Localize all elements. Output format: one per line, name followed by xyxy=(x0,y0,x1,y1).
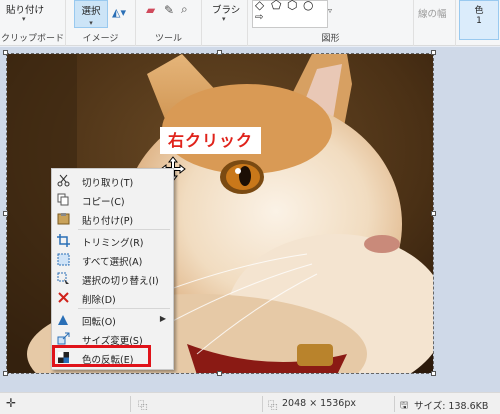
resize-handle-top[interactable] xyxy=(217,50,222,55)
cursor-position-icon: ✛ xyxy=(6,396,17,410)
invert-selection-icon xyxy=(57,272,69,284)
menu-item-crop-label: トリミング(R) xyxy=(82,238,144,249)
eraser-icon[interactable]: ▰ xyxy=(146,3,155,17)
image-dimensions-icon: ⿻ xyxy=(268,401,278,412)
tools-group-label: ツール xyxy=(154,34,182,44)
menu-item-copy-label: コピー(C) xyxy=(82,197,125,208)
menu-item-invert-selection[interactable]: 選択の切り替え(I) xyxy=(52,269,173,288)
menu-item-rotate[interactable]: 回転(O) ▶ xyxy=(52,310,173,329)
rotate-icon xyxy=(58,315,68,325)
shapes-group-label: 図形 xyxy=(321,34,340,44)
select-button-label: 選択 xyxy=(81,6,101,17)
menu-item-delete[interactable]: 削除(D) xyxy=(52,288,173,307)
color1-label: 色 xyxy=(474,6,484,16)
file-size-icon: 🖫 xyxy=(400,400,409,411)
menu-separator xyxy=(78,229,170,230)
select-dropdown-icon: ▾ xyxy=(89,19,93,27)
right-click-callout: 右クリック xyxy=(160,127,261,154)
resize-icon xyxy=(57,332,70,345)
menu-item-select-all-label: すべて選択(A) xyxy=(82,257,143,268)
copy-icon xyxy=(57,193,69,206)
delete-icon xyxy=(58,292,69,303)
outline-width-label: 線の幅 xyxy=(418,9,447,20)
shapes-more-icon[interactable]: ▿ xyxy=(328,6,332,15)
status-separator xyxy=(394,396,395,412)
selection-size-icon: ⿻ xyxy=(138,401,148,412)
select-all-icon xyxy=(57,253,70,266)
menu-item-cut-label: 切り取り(T) xyxy=(82,178,134,189)
outline-group: 線の幅 xyxy=(414,0,456,46)
select-button[interactable]: 選択 ▾ xyxy=(74,0,108,28)
pentagon-shape-icon[interactable]: ⬠ xyxy=(271,0,281,12)
resize-handle-bottom-left[interactable] xyxy=(3,371,8,376)
shapes-group: ◇ ⬠ ⬡ ○ ⇨ ▿ 図形 xyxy=(248,0,414,46)
highlight-box xyxy=(52,345,151,367)
color1-button[interactable]: 色 1 xyxy=(459,0,499,40)
color-picker-icon[interactable]: ✎ xyxy=(164,3,174,17)
context-menu: 切り取り(T) コピー(C) 貼り付け(P) トリミング(R) すべて選択(A)… xyxy=(51,168,174,370)
menu-item-select-all[interactable]: すべて選択(A) xyxy=(52,250,173,269)
image-group-label: イメージ xyxy=(82,34,119,44)
resize-handle-top-right[interactable] xyxy=(431,50,436,55)
tools-group: ▰ ✎ ⌕ ツール xyxy=(136,0,202,46)
brush-dropdown-icon[interactable]: ▾ xyxy=(222,15,226,23)
file-size: サイズ: 138.6KB xyxy=(414,401,489,412)
outline-width-button[interactable]: 線の幅 xyxy=(418,6,447,20)
menu-item-delete-label: 削除(D) xyxy=(82,295,116,306)
brush-button-label: ブラシ xyxy=(212,5,241,16)
hexagon-shape-icon[interactable]: ⬡ xyxy=(287,0,297,12)
clipboard-group: 貼り付け ▾ クリップボード xyxy=(0,0,66,46)
scissors-icon xyxy=(57,174,70,187)
resize-handle-left[interactable] xyxy=(3,211,8,216)
brush-group: ブラシ ▾ xyxy=(202,0,248,46)
color1-index: 1 xyxy=(476,16,482,26)
resize-handle-bottom-right[interactable] xyxy=(431,371,436,376)
image-group: 選択 ▾ ◭▾ イメージ xyxy=(66,0,136,46)
menu-item-paste[interactable]: 貼り付け(P) xyxy=(52,209,173,228)
resize-handle-right[interactable] xyxy=(431,211,436,216)
menu-item-paste-label: 貼り付け(P) xyxy=(82,216,134,227)
menu-separator xyxy=(78,308,170,309)
diamond-shape-icon[interactable]: ◇ xyxy=(255,0,264,12)
crop-icon xyxy=(57,234,70,247)
menu-item-cut[interactable]: 切り取り(T) xyxy=(52,171,173,190)
clipboard-group-label: クリップボード xyxy=(0,34,64,44)
menu-item-invert-selection-label: 選択の切り替え(I) xyxy=(82,276,159,287)
menu-item-copy[interactable]: コピー(C) xyxy=(52,190,173,209)
paste-button[interactable]: 貼り付け xyxy=(6,2,44,16)
image-dimensions: 2048 × 1536px xyxy=(282,398,357,409)
rotate-ribbon-icon[interactable]: ◭▾ xyxy=(112,6,126,19)
resize-handle-top-left[interactable] xyxy=(3,50,8,55)
submenu-arrow-icon: ▶ xyxy=(159,314,166,323)
brush-button[interactable]: ブラシ xyxy=(212,2,240,16)
status-separator xyxy=(262,396,263,412)
paste-icon xyxy=(57,213,70,225)
shapes-gallery[interactable]: ◇ ⬠ ⬡ ○ ⇨ xyxy=(252,0,328,28)
status-bar: ✛ ⿻ ⿻ 2048 × 1536px 🖫 サイズ: 138.6KB xyxy=(0,392,500,414)
paste-dropdown-icon[interactable]: ▾ xyxy=(22,15,26,23)
ribbon: 貼り付け ▾ クリップボード 選択 ▾ ◭▾ イメージ ▰ ✎ ⌕ ツール ブラシ… xyxy=(0,0,500,46)
menu-item-rotate-label: 回転(O) xyxy=(82,317,116,328)
arrow-shape-icon[interactable]: ⇨ xyxy=(255,12,263,23)
magnifier-icon[interactable]: ⌕ xyxy=(181,2,188,17)
status-separator xyxy=(130,396,131,412)
menu-item-crop[interactable]: トリミング(R) xyxy=(52,231,173,250)
circle-shape-icon[interactable]: ○ xyxy=(303,0,313,12)
resize-handle-bottom[interactable] xyxy=(217,371,222,376)
